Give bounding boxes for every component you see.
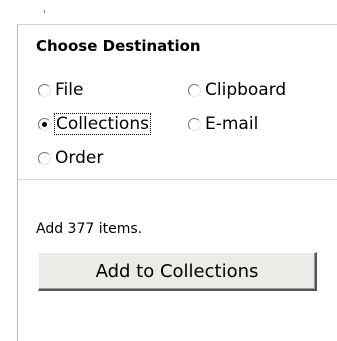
section-divider [18, 179, 337, 180]
clipboard-label: Clipboard [205, 80, 287, 100]
clipboard-radio[interactable] [188, 83, 201, 97]
radio-option-order[interactable]: Order [38, 147, 103, 169]
radio-option-email[interactable]: E-mail [188, 113, 258, 135]
add-to-collections-button[interactable]: Add to Collections [38, 252, 317, 291]
panel-title: Choose Destination [36, 37, 201, 55]
collections-label: Collections [54, 113, 151, 135]
radio-option-file[interactable]: File [38, 79, 83, 101]
radio-option-collections[interactable]: Collections [38, 113, 151, 135]
radio-option-clipboard[interactable]: Clipboard [188, 79, 286, 101]
collections-radio[interactable] [38, 117, 51, 131]
order-label: Order [55, 148, 104, 168]
order-radio[interactable] [38, 151, 51, 165]
destination-panel [17, 24, 337, 341]
divider-tick [44, 10, 45, 13]
item-count-status: Add 377 items. [36, 221, 143, 237]
window: Choose Destination File Clipboard Collec… [0, 0, 337, 341]
selected-dot-icon [42, 121, 47, 127]
email-label: E-mail [205, 114, 259, 134]
file-radio[interactable] [38, 83, 51, 97]
email-radio[interactable] [188, 117, 201, 131]
file-label: File [55, 80, 84, 100]
